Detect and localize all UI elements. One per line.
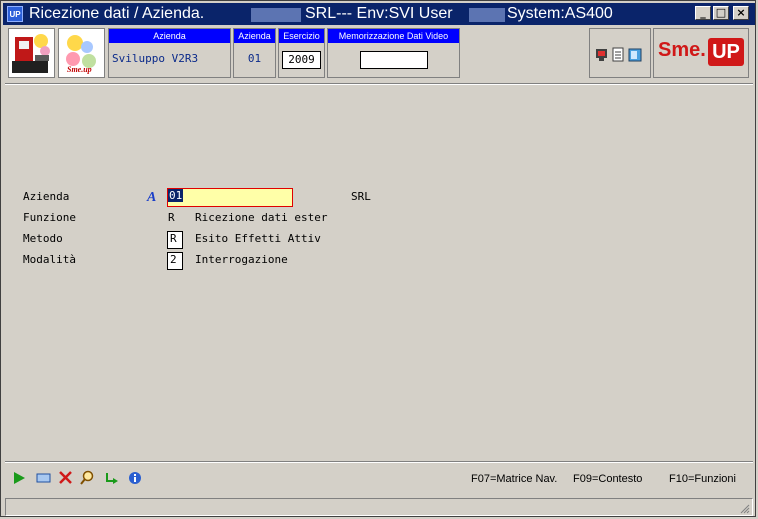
maximize-icon: □ [715,6,727,19]
azienda-code-label: Azienda [234,29,275,43]
azienda-input-value: 01 [168,189,184,202]
minimize-button[interactable]: _ [695,6,711,20]
title-redacted-block-2 [469,8,505,22]
label-metodo: Metodo [23,232,63,245]
azienda-input[interactable]: 01 [167,188,293,207]
brand-text: Sme. [658,39,706,61]
info-icon[interactable] [127,469,143,487]
search-icon[interactable] [79,469,95,487]
app-icon[interactable]: UP [7,6,23,22]
title-redacted-block [251,8,301,22]
smeup-logo-text: Sme.up [67,65,92,74]
title-bar[interactable]: UP Ricezione dati / Azienda. SRL--- Env:… [3,3,755,25]
esercizio-field: Esercizio 2009 [278,28,325,78]
azienda-code-field: Azienda 01 [233,28,276,78]
modalita-input[interactable]: 2 [167,252,183,270]
funzione-desc: Ricezione dati ester [195,211,328,224]
printer-logo[interactable] [8,28,55,78]
label-funzione: Funzione [23,211,76,224]
azienda-desc-label: Azienda [109,29,230,43]
modalita-desc: Interrogazione [195,253,288,266]
resize-grip-icon[interactable] [738,502,750,514]
funzione-value: R [168,211,175,224]
esercizio-label: Esercizio [279,29,324,43]
fkey-f09[interactable]: F09=Contesto [573,473,642,485]
status-bar [5,498,753,516]
memorizzazione-input[interactable] [360,51,428,69]
close-icon: × [736,6,746,19]
metodo-input[interactable]: R [167,231,183,249]
brand-badge: UP [708,38,744,66]
azienda-desc: SRL [351,190,371,203]
azienda-desc-value: Sviluppo V2R3 [112,52,199,65]
memorizzazione-field: Memorizzazione Dati Video [327,28,460,78]
fkey-f10[interactable]: F10=Funzioni [669,473,736,485]
window-title: Ricezione dati / Azienda. [29,5,205,22]
folder-icon[interactable] [628,48,642,62]
minimize-icon: _ [700,6,706,19]
window-company: SRL--- Env:SVI User [305,5,453,22]
lookup-icon[interactable]: A [146,189,160,203]
label-azienda: Azienda [23,190,70,203]
document-icon[interactable] [612,47,624,62]
esercizio-input[interactable]: 2009 [282,51,321,69]
monitor-icon[interactable] [596,49,607,61]
memorizzazione-label: Memorizzazione Dati Video [328,29,459,43]
header-divider [5,83,753,85]
fkey-f07[interactable]: F07=Matrice Nav. [471,473,557,485]
label-modalita: Modalità [23,253,76,266]
azienda-code-value: 01 [247,52,262,65]
window-system: System:AS400 [507,5,613,22]
azienda-desc-field: Azienda Sviluppo V2R3 [108,28,231,78]
header-bar: Sme.up Azienda Sviluppo V2R3 Azienda 01 … [5,28,753,80]
refresh-icon[interactable] [103,469,119,487]
metodo-desc: Esito Effetti Attiv [195,232,321,245]
close-button[interactable]: × [733,6,749,20]
toolbar-icons [596,47,642,62]
printer-logo-icon [12,34,50,73]
brand-box: Sme. UP [653,28,749,78]
svg-text:A: A [146,190,156,203]
play-icon[interactable] [11,469,27,487]
maximize-button[interactable]: □ [713,6,729,20]
footer-divider [5,461,753,463]
main-window: UP Ricezione dati / Azienda. SRL--- Env:… [0,0,756,517]
window-icon[interactable] [35,469,51,487]
delete-icon[interactable] [57,469,73,487]
toolbar-icons-box [589,28,651,78]
smeup-logo[interactable]: Sme.up [58,28,105,78]
